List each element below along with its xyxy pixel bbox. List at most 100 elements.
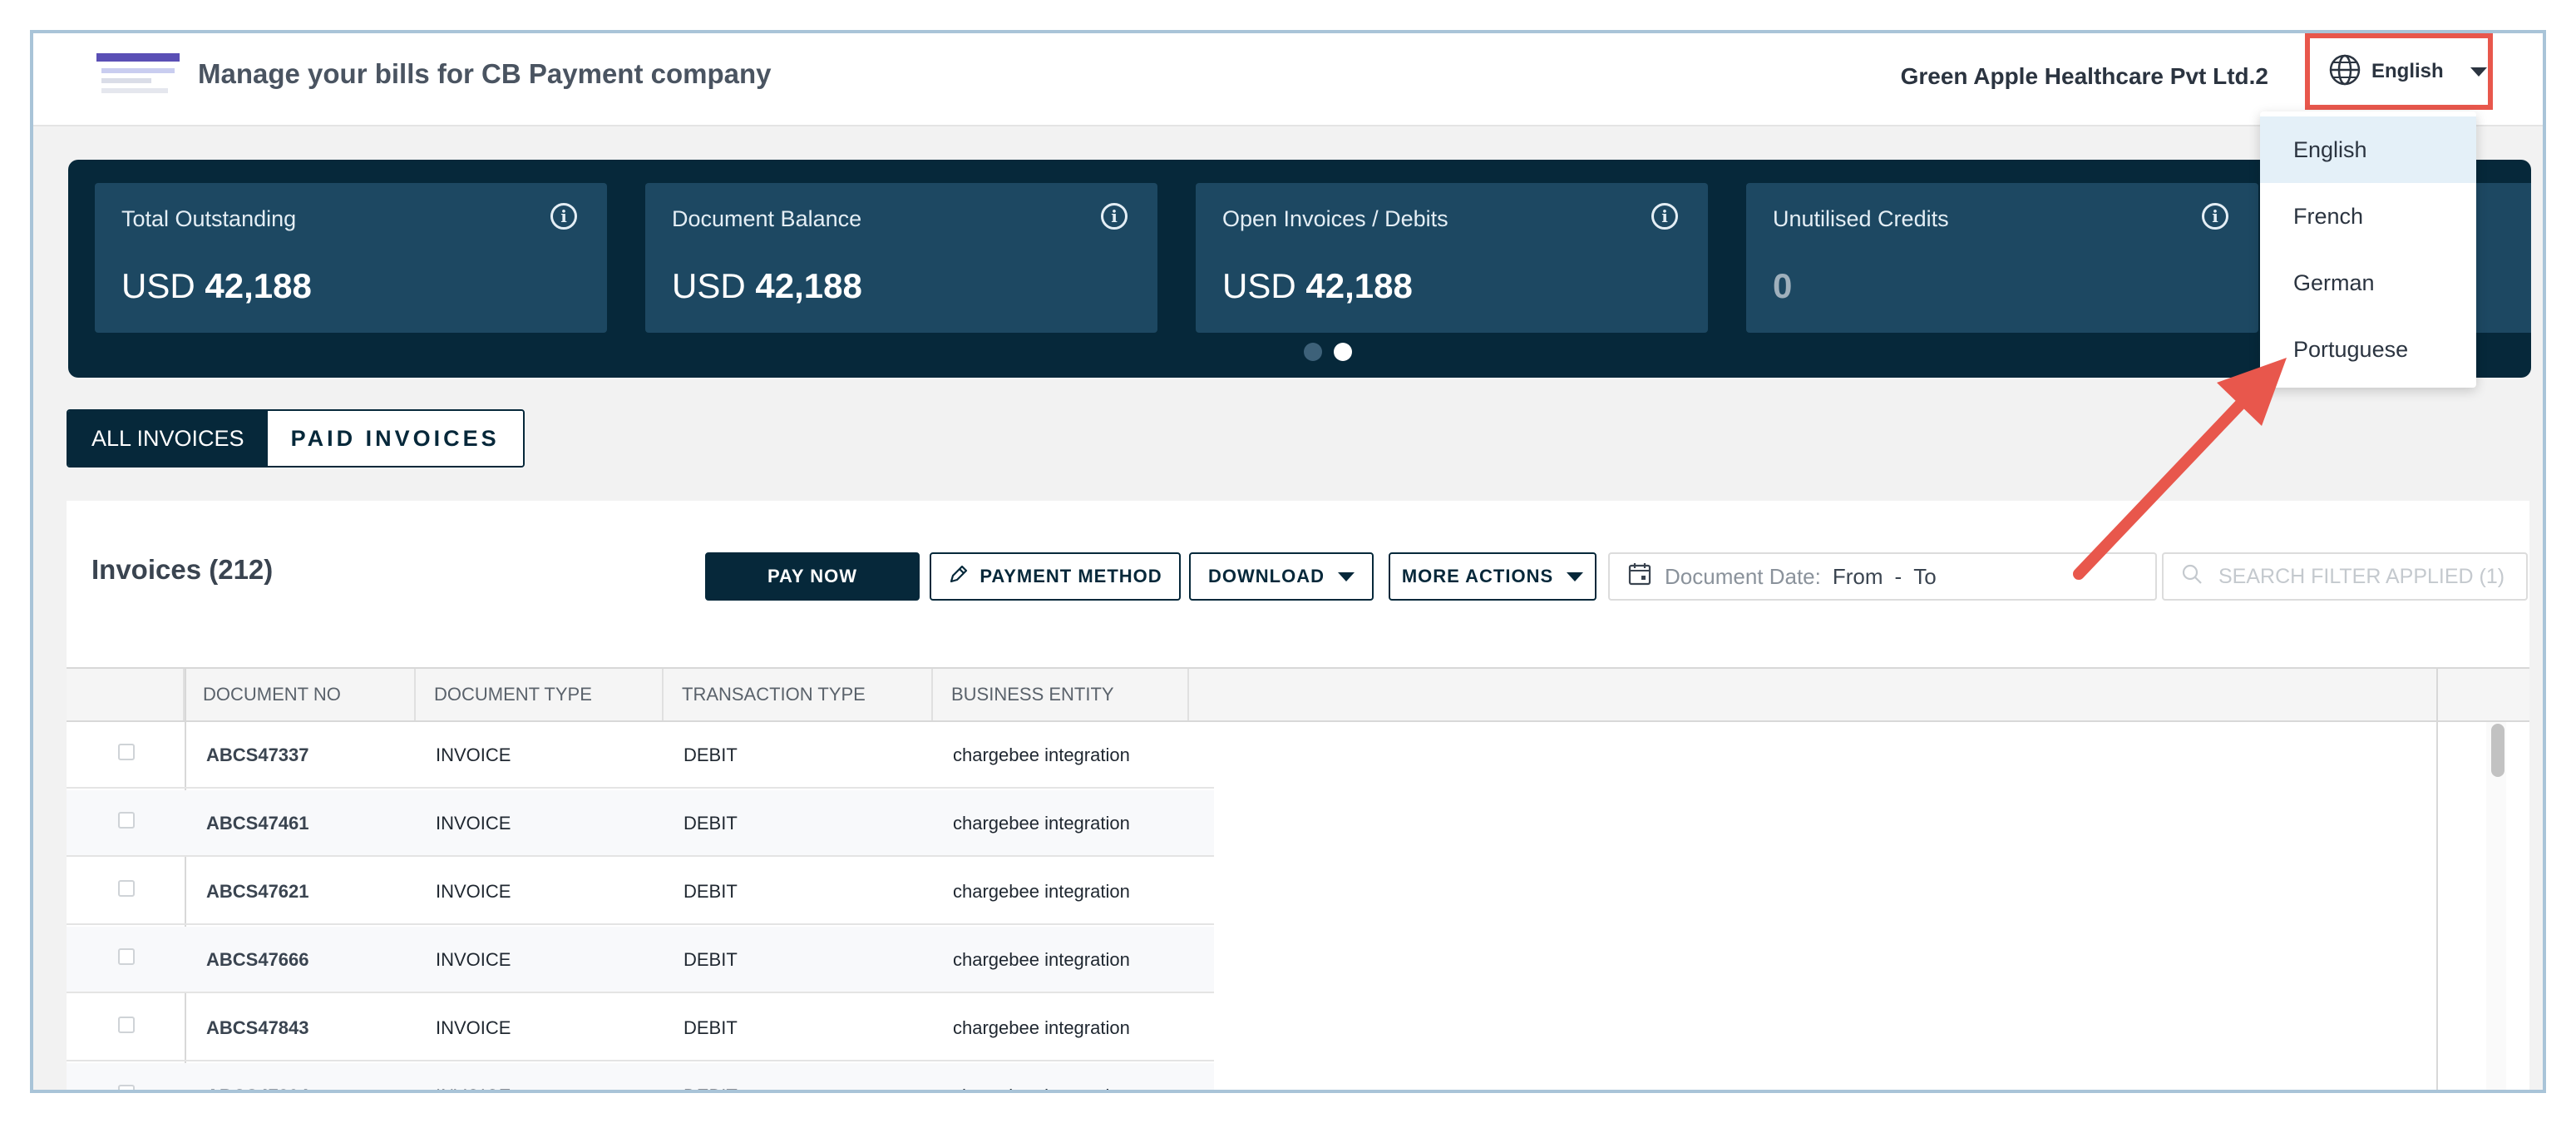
card-value: USD 42,188 xyxy=(672,266,862,305)
row-checkbox[interactable] xyxy=(118,812,135,829)
calendar-icon xyxy=(1626,561,1653,593)
invoices-title: Invoices (212) xyxy=(91,554,274,585)
info-icon[interactable]: i xyxy=(1101,203,1128,230)
info-icon[interactable]: i xyxy=(2202,203,2228,230)
card-document-balance: Document Balance i USD 42,188 xyxy=(645,183,1157,333)
caret-down-icon xyxy=(2470,67,2487,77)
document-date-filter[interactable]: Document Date: From - To xyxy=(1608,552,2157,601)
row-checkbox[interactable] xyxy=(118,948,135,965)
tab-paid-invoices[interactable]: PAID INVOICES xyxy=(267,411,523,466)
app-title: Manage your bills for CB Payment company xyxy=(198,58,772,89)
card-title: Total Outstanding xyxy=(121,206,297,231)
more-actions-label: MORE ACTIONS xyxy=(1401,566,1554,586)
caret-down-icon xyxy=(1337,571,1355,581)
more-actions-button[interactable]: MORE ACTIONS xyxy=(1389,552,1596,601)
header-select xyxy=(67,669,185,720)
table-row[interactable]: ABCS47461 INVOICE DEBIT chargebee integr… xyxy=(67,790,1214,857)
language-option-english[interactable]: English xyxy=(2260,116,2476,183)
caret-down-icon xyxy=(1567,571,1584,581)
document-no[interactable]: ABCS47461 xyxy=(206,790,309,857)
language-option-french[interactable]: French xyxy=(2260,183,2476,250)
document-type: INVOICE xyxy=(436,949,511,970)
transaction-type: DEBIT xyxy=(683,745,738,765)
business-entity: chargebee integration xyxy=(953,745,1130,765)
date-from[interactable]: From xyxy=(1833,564,1883,590)
transaction-type: DEBIT xyxy=(683,1017,738,1038)
carousel-dot-active[interactable] xyxy=(1334,343,1352,361)
globe-icon xyxy=(2328,53,2361,91)
card-unutilised-credits: Unutilised Credits i 0 xyxy=(1746,183,2258,333)
business-entity: chargebee integration xyxy=(953,813,1130,834)
top-header: Manage your bills for CB Payment company… xyxy=(33,33,2543,126)
transaction-type: DEBIT xyxy=(683,813,738,834)
invoice-tabs: ALL INVOICES PAID INVOICES xyxy=(67,409,525,468)
company-name: Green Apple Healthcare Pvt Ltd.2 xyxy=(1900,63,2268,89)
info-icon[interactable]: i xyxy=(1651,203,1678,230)
date-to[interactable]: To xyxy=(1913,564,1936,590)
search-input[interactable]: SEARCH FILTER APPLIED (1) xyxy=(2162,552,2528,601)
table-row[interactable]: ABCS47621 INVOICE DEBIT chargebee integr… xyxy=(67,858,1214,925)
tab-all-invoices[interactable]: ALL INVOICES xyxy=(68,411,268,466)
info-icon[interactable]: i xyxy=(550,203,577,230)
card-value: USD 42,188 xyxy=(121,266,312,305)
document-no[interactable]: ABCS47666 xyxy=(206,927,309,993)
invoices-panel: Invoices (212) PAY NOW PAYMENT METHOD DO… xyxy=(67,501,2529,1090)
row-checkbox[interactable] xyxy=(118,1017,135,1033)
card-title: Open Invoices / Debits xyxy=(1222,206,1448,231)
pencil-icon xyxy=(948,563,970,590)
pay-now-label: PAY NOW xyxy=(767,566,858,586)
card-title: Unutilised Credits xyxy=(1773,206,1949,231)
table-row[interactable]: ABCS47337 INVOICE DEBIT chargebee integr… xyxy=(67,722,1214,789)
payment-method-label: PAYMENT METHOD xyxy=(980,566,1162,586)
header-business-entity[interactable]: BUSINESS ENTITY xyxy=(933,669,1189,720)
document-no[interactable]: ABCS47337 xyxy=(206,722,309,789)
language-option-portuguese[interactable]: Portuguese xyxy=(2260,316,2476,383)
carousel-dots xyxy=(1304,343,1352,361)
business-entity: chargebee integration xyxy=(953,1063,1130,1090)
row-checkbox[interactable] xyxy=(118,1085,135,1090)
language-menu: English French German Portuguese xyxy=(2260,111,2476,388)
date-separator: - xyxy=(1894,563,1902,589)
transaction-type: DEBIT xyxy=(683,881,738,902)
company-logo xyxy=(96,53,180,100)
search-icon xyxy=(2180,562,2203,591)
card-value: USD 42,188 xyxy=(1222,266,1413,305)
table-row[interactable]: ABCS47666 INVOICE DEBIT chargebee integr… xyxy=(67,927,1214,993)
card-open-invoices: Open Invoices / Debits i USD 42,188 xyxy=(1196,183,1708,333)
language-label: English xyxy=(2371,60,2444,82)
header-document-no[interactable]: DOCUMENT NO xyxy=(185,669,416,720)
document-type: INVOICE xyxy=(436,881,511,902)
row-checkbox[interactable] xyxy=(118,744,135,760)
invoices-table: DOCUMENT NO DOCUMENT TYPE TRANSACTION TY… xyxy=(67,667,2529,1090)
carousel-dot[interactable] xyxy=(1304,343,1322,361)
row-checkbox[interactable] xyxy=(118,880,135,897)
language-option-german[interactable]: German xyxy=(2260,250,2476,316)
business-entity: chargebee integration xyxy=(953,949,1130,970)
pay-now-button[interactable]: PAY NOW xyxy=(705,552,920,601)
document-no[interactable]: ABCS47894 xyxy=(206,1063,309,1090)
table-header: DOCUMENT NO DOCUMENT TYPE TRANSACTION TY… xyxy=(67,669,2529,722)
header-transaction-type[interactable]: TRANSACTION TYPE xyxy=(664,669,933,720)
search-placeholder: SEARCH FILTER APPLIED (1) xyxy=(2218,564,2505,588)
document-no[interactable]: ABCS47843 xyxy=(206,995,309,1061)
table-scrollbar[interactable] xyxy=(2486,722,2506,1090)
document-no[interactable]: ABCS47621 xyxy=(206,858,309,925)
table-scrollbar-thumb[interactable] xyxy=(2491,724,2504,777)
document-type: INVOICE xyxy=(436,1017,511,1038)
document-type: INVOICE xyxy=(436,1063,511,1090)
payment-method-button[interactable]: PAYMENT METHOD xyxy=(930,552,1181,601)
document-type: INVOICE xyxy=(436,813,511,834)
card-total-outstanding: Total Outstanding i USD 42,188 xyxy=(95,183,607,333)
table-row[interactable]: ABCS47894 INVOICE DEBIT chargebee integr… xyxy=(67,1063,1214,1090)
header-document-type[interactable]: DOCUMENT TYPE xyxy=(416,669,664,720)
date-label: Document Date: xyxy=(1665,563,1821,589)
table-row[interactable]: ABCS47843 INVOICE DEBIT chargebee integr… xyxy=(67,995,1214,1061)
summary-carousel: Total Outstanding i USD 42,188 Document … xyxy=(68,160,2531,378)
language-selector[interactable]: English xyxy=(2305,33,2493,110)
download-button[interactable]: DOWNLOAD xyxy=(1189,552,1374,601)
transaction-type: DEBIT xyxy=(683,949,738,970)
business-entity: chargebee integration xyxy=(953,881,1130,902)
download-label: DOWNLOAD xyxy=(1208,566,1325,586)
card-value: 0 xyxy=(1773,266,1793,305)
business-entity: chargebee integration xyxy=(953,1017,1130,1038)
